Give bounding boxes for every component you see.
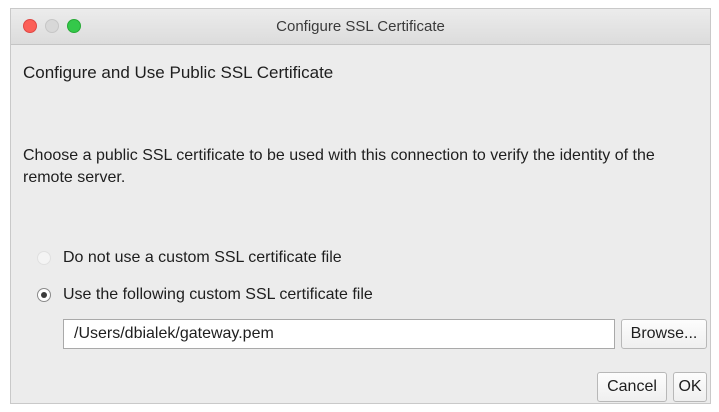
radio-label-no-custom-cert: Do not use a custom SSL certificate file (63, 249, 342, 266)
radio-button-unselected[interactable] (37, 251, 51, 265)
radio-label-use-custom-cert: Use the following custom SSL certificate… (63, 286, 373, 303)
dialog-description: Choose a public SSL certificate to be us… (23, 147, 655, 186)
radio-option-no-custom-cert[interactable]: Do not use a custom SSL certificate file (37, 247, 342, 269)
certificate-path-input[interactable] (63, 319, 615, 349)
window-title: Configure SSL Certificate (276, 18, 445, 35)
radio-button-selected[interactable] (37, 288, 51, 302)
browse-button[interactable]: Browse... (621, 319, 707, 349)
radio-option-use-custom-cert[interactable]: Use the following custom SSL certificate… (37, 284, 373, 306)
ok-button[interactable]: OK (673, 372, 707, 402)
title-bar[interactable]: Configure SSL Certificate (11, 9, 710, 45)
dialog-heading: Configure and Use Public SSL Certificate (23, 63, 334, 82)
cancel-button[interactable]: Cancel (597, 372, 667, 402)
ssl-certificate-dialog: Configure SSL Certificate Configure and … (10, 8, 711, 404)
